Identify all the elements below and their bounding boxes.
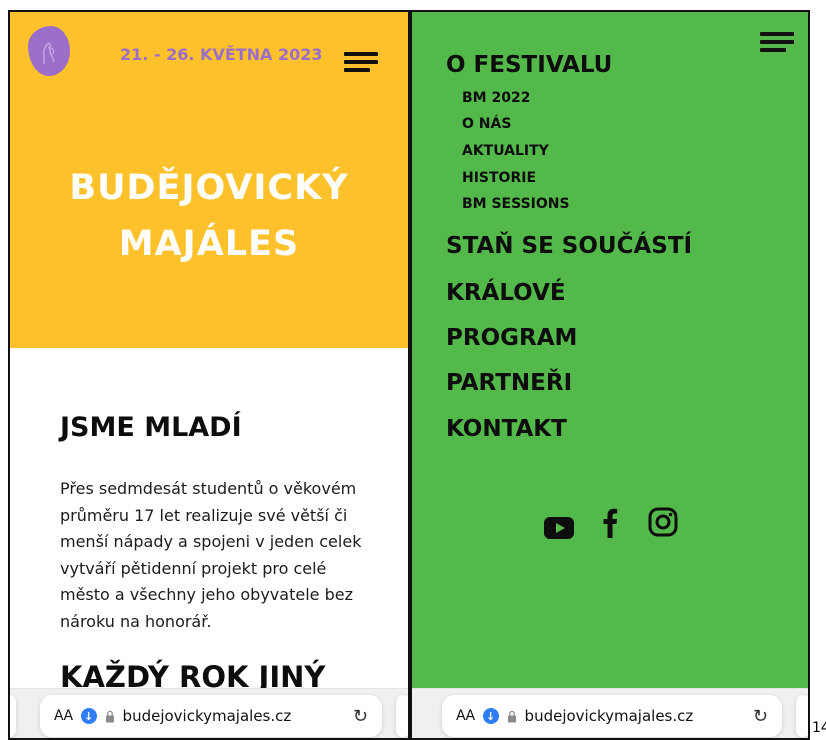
menu-item-o-festivalu[interactable]: O FESTIVALU: [446, 52, 612, 78]
hamburger-line: [760, 48, 786, 52]
logo-figure-icon: [43, 42, 55, 65]
submenu-item-bm-sessions[interactable]: BM SESSIONS: [462, 196, 570, 212]
submenu-item-bm-2022[interactable]: BM 2022: [462, 90, 530, 106]
lock-icon: [105, 710, 114, 722]
reader-aa-button[interactable]: AA: [54, 708, 73, 724]
hero-title-line1: BUDĚJOVICKÝ: [69, 168, 349, 208]
hamburger-menu-icon[interactable]: [760, 32, 794, 52]
hamburger-line: [344, 60, 378, 64]
hero-section: 21. - 26. KVĚTNA 2023 BUDĚJOVICKÝ MAJÁLE…: [10, 12, 408, 348]
submenu-item-o-nas[interactable]: O NÁS: [462, 116, 511, 132]
hamburger-line: [760, 32, 794, 36]
lock-icon: [507, 710, 516, 722]
logo[interactable]: [28, 26, 70, 76]
menu-item-program[interactable]: PROGRAM: [446, 325, 577, 351]
menu-item-kralove[interactable]: KRÁLOVÉ: [446, 280, 566, 306]
hamburger-line: [344, 52, 378, 56]
section-heading-jsme-mladi: JSME MLADÍ: [60, 412, 242, 443]
browser-toolbar: AA ↓ budejovickymajales.cz ↻: [412, 688, 808, 738]
hamburger-menu-icon[interactable]: [344, 52, 378, 72]
hamburger-line: [344, 68, 370, 72]
hamburger-line: [760, 40, 794, 44]
address-bar[interactable]: AA ↓ budejovickymajales.cz ↻: [442, 695, 782, 737]
address-bar[interactable]: AA ↓ budejovickymajales.cz ↻: [40, 695, 382, 737]
browser-toolbar: AA ↓ budejovickymajales.cz ↻: [10, 688, 408, 738]
download-icon[interactable]: ↓: [482, 708, 499, 724]
next-tab-stub[interactable]: [796, 695, 808, 737]
submenu-item-aktuality[interactable]: AKTUALITY: [462, 143, 549, 159]
next-tab-stub[interactable]: [396, 695, 408, 737]
menu-item-kontakt[interactable]: KONTAKT: [446, 416, 567, 442]
menu-item-stan-se-soucasti[interactable]: STAŇ SE SOUČÁSTÍ: [446, 233, 692, 259]
download-icon[interactable]: ↓: [80, 708, 97, 724]
reload-icon[interactable]: ↻: [753, 706, 768, 727]
facebook-icon[interactable]: [602, 506, 618, 538]
youtube-icon[interactable]: [544, 512, 574, 544]
prev-tab-stub[interactable]: [10, 695, 16, 737]
instagram-icon[interactable]: [648, 506, 678, 538]
menu-item-partneri[interactable]: PARTNEŘI: [446, 370, 572, 396]
url-text[interactable]: budejovickymajales.cz: [525, 707, 745, 725]
intro-paragraph: Přes sedmdesát studentů o věkovém průměr…: [60, 479, 362, 631]
submenu-item-historie[interactable]: HISTORIE: [462, 170, 536, 186]
page-number: 14: [812, 720, 826, 736]
url-text[interactable]: budejovickymajales.cz: [123, 707, 345, 725]
festival-dates: 21. - 26. KVĚTNA 2023: [120, 45, 323, 64]
phone-screen-home: 21. - 26. KVĚTNA 2023 BUDĚJOVICKÝ MAJÁLE…: [8, 10, 410, 740]
hero-title: BUDĚJOVICKÝ MAJÁLES: [10, 160, 408, 272]
reader-aa-button[interactable]: AA: [456, 708, 475, 724]
phone-screen-menu: O FESTIVALU BM 2022 O NÁS AKTUALITY HIST…: [410, 10, 810, 740]
reload-icon[interactable]: ↻: [353, 706, 368, 727]
hero-title-line2: MAJÁLES: [118, 224, 300, 264]
